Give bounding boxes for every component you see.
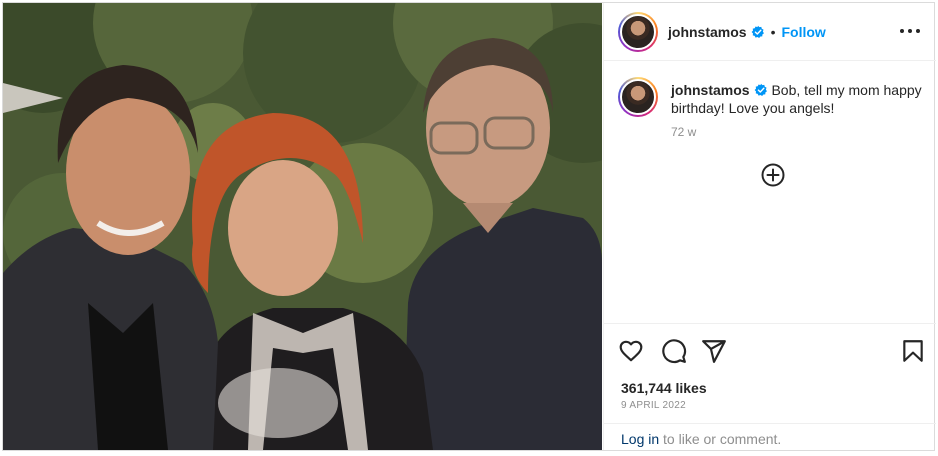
heart-icon[interactable] xyxy=(618,338,644,364)
verified-badge-icon xyxy=(751,25,764,38)
post-photo-image xyxy=(3,3,602,450)
follow-button[interactable]: Follow xyxy=(781,24,825,40)
plus-circle-icon[interactable] xyxy=(761,163,785,187)
share-icon[interactable] xyxy=(701,338,727,364)
post-container: johnstamos • Follow johnstamos Bob, tell… xyxy=(2,2,936,451)
post-caption: johnstamos Bob, tell my mom happy birthd… xyxy=(618,77,928,141)
likes-count[interactable]: 361,744 likes xyxy=(621,380,707,396)
caption-username[interactable]: johnstamos xyxy=(671,82,750,98)
post-actions: 361,744 likes 9 APRIL 2022 xyxy=(604,323,936,423)
login-prompt: Log in to like or comment. xyxy=(604,423,936,450)
more-options-icon[interactable] xyxy=(900,23,920,39)
caption-avatar[interactable] xyxy=(618,77,658,117)
author-username[interactable]: johnstamos xyxy=(668,24,747,40)
login-prompt-text: to like or comment. xyxy=(659,431,782,447)
post-header: johnstamos • Follow xyxy=(604,3,936,61)
comment-icon[interactable] xyxy=(661,338,687,364)
post-side-panel: johnstamos • Follow johnstamos Bob, tell… xyxy=(603,3,936,450)
caption-time-ago[interactable]: 72 w xyxy=(671,123,928,141)
post-date[interactable]: 9 APRIL 2022 xyxy=(621,400,686,411)
post-photo[interactable] xyxy=(3,3,602,450)
login-link[interactable]: Log in xyxy=(621,431,659,447)
bookmark-icon[interactable] xyxy=(900,338,926,364)
profile-avatar[interactable] xyxy=(618,11,658,52)
caption-verified-badge-icon xyxy=(754,83,767,97)
header-separator: • xyxy=(770,23,776,40)
caption-body: johnstamos Bob, tell my mom happy birthd… xyxy=(671,81,928,141)
